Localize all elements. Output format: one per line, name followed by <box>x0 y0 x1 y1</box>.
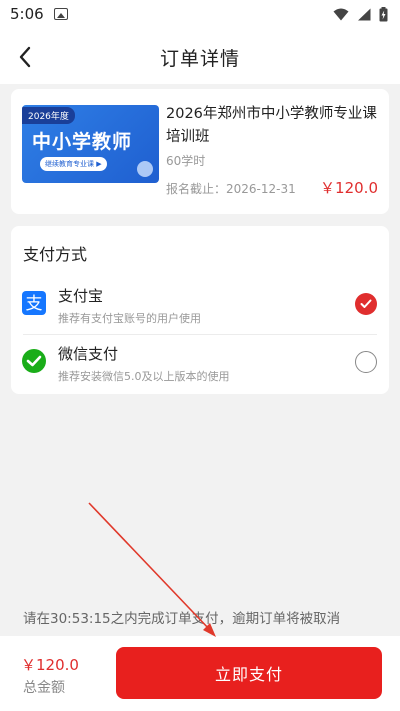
status-icons <box>333 6 388 22</box>
course-name: 2026年郑州市中小学教师专业课培训班 <box>166 106 377 145</box>
check-icon <box>360 299 372 308</box>
status-bar: 5:06 <box>0 0 400 28</box>
svg-text:支: 支 <box>26 294 43 314</box>
payment-option-name: 微信支付 <box>58 345 119 363</box>
thumb-tag: 继续教育专业课 ▶ <box>40 157 107 171</box>
total-price: ￥120.0 <box>21 656 79 674</box>
course-hours: 60学时 <box>166 154 206 168</box>
alipay-icon: 支 <box>22 291 46 315</box>
course-price: ￥120.0 <box>320 179 378 197</box>
thumb-title: 中小学教师 <box>32 131 133 153</box>
status-time: 5:06 <box>10 5 44 23</box>
radio-checked[interactable] <box>355 293 377 315</box>
course-thumbnail: 2026年度 中小学教师 继续教育专业课 ▶ <box>22 105 159 183</box>
payment-option-desc: 推荐安装微信5.0及以上版本的使用 <box>58 370 230 383</box>
radio-unchecked[interactable] <box>355 351 377 373</box>
course-deadline: 报名截止：2026-12-31 <box>166 182 296 196</box>
total-label: 总金额 <box>23 680 65 696</box>
page-title: 订单详情 <box>159 48 240 70</box>
bottom-bar: ￥120.0 总金额 立即支付 <box>0 636 400 711</box>
gallery-notification-icon <box>53 8 68 20</box>
battery-charging-icon <box>379 6 388 21</box>
payment-method-card: 支付方式 支 支付宝 推荐有支付宝账号的用户使用 微信支付 推荐安装微信5.0及… <box>11 226 389 394</box>
nav-bar: 订单详情 <box>0 28 400 84</box>
thumb-year-badge: 2026年度 <box>22 107 75 124</box>
signal-icon <box>358 8 371 20</box>
payment-option-wechat[interactable]: 微信支付 推荐安装微信5.0及以上版本的使用 <box>11 335 389 393</box>
payment-option-alipay[interactable]: 支 支付宝 推荐有支付宝账号的用户使用 <box>11 277 389 335</box>
wechat-pay-icon <box>22 349 46 373</box>
payment-countdown-notice: 请在30:53:15之内完成订单支付，逾期订单将被取消 <box>23 611 341 627</box>
payment-option-desc: 推荐有支付宝账号的用户使用 <box>58 312 201 325</box>
payment-method-title: 支付方式 <box>23 245 88 264</box>
order-card: 2026年度 中小学教师 继续教育专业课 ▶ 2026年郑州市中小学教师专业课培… <box>11 89 389 214</box>
thumb-mascot-icon <box>137 161 153 177</box>
pay-now-button[interactable]: 立即支付 <box>116 647 382 699</box>
wifi-icon <box>333 8 349 20</box>
payment-option-name: 支付宝 <box>58 287 104 305</box>
